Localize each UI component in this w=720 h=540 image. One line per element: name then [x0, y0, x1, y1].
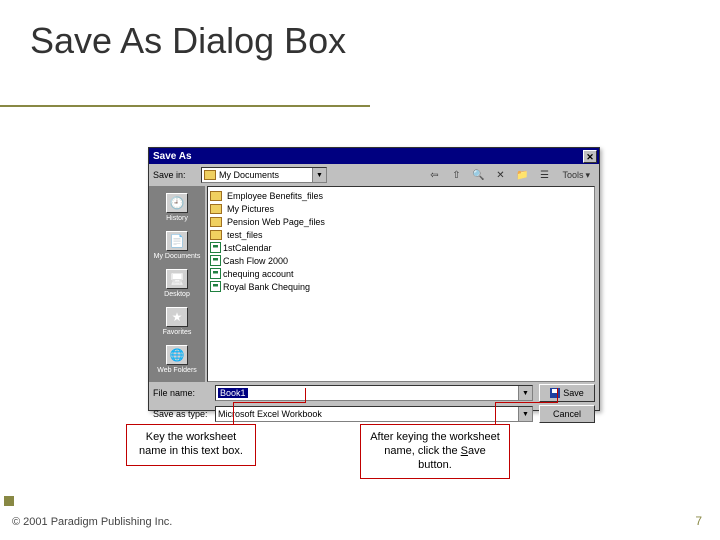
- slide: Save As Dialog Box Save As ✕ Save in: My…: [0, 0, 720, 540]
- save-in-label: Save in:: [153, 170, 197, 180]
- delete-button[interactable]: ✕: [491, 166, 509, 184]
- new-folder-button[interactable]: 📁: [513, 166, 531, 184]
- desktop-icon: 🖥: [166, 269, 188, 289]
- callout-save-button: After keying the worksheet name, click t…: [360, 424, 510, 479]
- places-item-my-documents[interactable]: 📄 My Documents: [151, 226, 203, 264]
- list-item[interactable]: 1stCalendar: [210, 241, 592, 254]
- save-as-type-combo[interactable]: Microsoft Excel Workbook ▼: [215, 406, 533, 422]
- list-item[interactable]: Royal Bank Chequing: [210, 280, 592, 293]
- search-web-button[interactable]: 🔍: [469, 166, 487, 184]
- accent-square: [4, 496, 14, 506]
- chevron-down-icon[interactable]: ▼: [518, 386, 532, 400]
- filename-value: Book1: [218, 388, 248, 398]
- back-button[interactable]: ⇦: [425, 166, 443, 184]
- dialog-titlebar: Save As ✕: [149, 148, 599, 164]
- places-item-favorites[interactable]: ★ Favorites: [151, 302, 203, 340]
- places-label: My Documents: [154, 253, 201, 260]
- list-item[interactable]: My Pictures: [210, 202, 592, 215]
- chevron-down-icon[interactable]: ▼: [312, 168, 326, 182]
- callout-connector: [305, 388, 306, 403]
- history-icon: 🕘: [166, 193, 188, 213]
- filename-input[interactable]: Book1 ▼: [215, 385, 533, 401]
- excel-file-icon: [210, 281, 221, 292]
- excel-file-icon: [210, 242, 221, 253]
- page-number: 7: [695, 514, 702, 528]
- save-as-type-label: Save as type:: [153, 409, 209, 419]
- folder-icon: [210, 191, 222, 201]
- chevron-down-icon[interactable]: ▼: [518, 407, 532, 421]
- places-bar: 🕘 History 📄 My Documents 🖥 Desktop ★ Fav…: [149, 186, 205, 382]
- save-as-dialog: Save As ✕ Save in: My Documents ▼ ⇦ ⇧ 🔍 …: [148, 147, 600, 411]
- file-list-pane[interactable]: Employee Benefits_files My Pictures Pens…: [207, 186, 595, 382]
- callout-connector: [557, 388, 558, 403]
- places-item-history[interactable]: 🕘 History: [151, 188, 203, 226]
- filename-label: File name:: [153, 388, 209, 398]
- places-label: Web Folders: [157, 367, 197, 374]
- dialog-bottom: File name: Book1 ▼ Save Save as type: Mi…: [149, 382, 599, 425]
- places-label: Favorites: [163, 329, 192, 336]
- up-one-level-button[interactable]: ⇧: [447, 166, 465, 184]
- dialog-body: 🕘 History 📄 My Documents 🖥 Desktop ★ Fav…: [149, 186, 599, 382]
- folder-icon: [210, 204, 222, 214]
- globe-icon: 🌐: [166, 345, 188, 365]
- places-item-web-folders[interactable]: 🌐 Web Folders: [151, 340, 203, 378]
- page-title: Save As Dialog Box: [30, 20, 346, 62]
- tools-menu-button[interactable]: Tools ▾: [557, 166, 595, 184]
- views-button[interactable]: ☰: [535, 166, 553, 184]
- document-icon: 📄: [166, 231, 188, 251]
- callout-connector: [233, 402, 305, 403]
- save-in-value: My Documents: [219, 170, 279, 180]
- places-item-desktop[interactable]: 🖥 Desktop: [151, 264, 203, 302]
- list-item[interactable]: Cash Flow 2000: [210, 254, 592, 267]
- list-item[interactable]: test_files: [210, 228, 592, 241]
- tools-label: Tools: [562, 170, 583, 180]
- dialog-title: Save As: [153, 151, 192, 162]
- save-icon: [550, 388, 560, 398]
- title-rule: [0, 105, 370, 107]
- star-icon: ★: [166, 307, 188, 327]
- callout-connector: [233, 402, 234, 424]
- callout-connector: [495, 402, 496, 424]
- list-item[interactable]: Employee Benefits_files: [210, 189, 592, 202]
- cancel-button[interactable]: Cancel: [539, 405, 595, 423]
- folder-icon: [210, 217, 222, 227]
- close-button[interactable]: ✕: [583, 150, 597, 163]
- save-in-combo[interactable]: My Documents ▼: [201, 167, 327, 183]
- folder-icon: [204, 170, 216, 180]
- list-item[interactable]: chequing account: [210, 267, 592, 280]
- callout-filename: Key the worksheet name in this text box.: [126, 424, 256, 466]
- copyright: © 2001 Paradigm Publishing Inc.: [12, 516, 172, 528]
- callout-connector: [495, 402, 557, 403]
- excel-file-icon: [210, 255, 221, 266]
- excel-file-icon: [210, 268, 221, 279]
- chevron-down-icon: ▾: [585, 170, 590, 181]
- places-label: Desktop: [164, 291, 190, 298]
- dialog-toolbar: Save in: My Documents ▼ ⇦ ⇧ 🔍 ✕ 📁 ☰ Tool…: [149, 164, 599, 186]
- folder-icon: [210, 230, 222, 240]
- places-label: History: [166, 215, 188, 222]
- list-item[interactable]: Pension Web Page_files: [210, 215, 592, 228]
- save-button[interactable]: Save: [539, 384, 595, 402]
